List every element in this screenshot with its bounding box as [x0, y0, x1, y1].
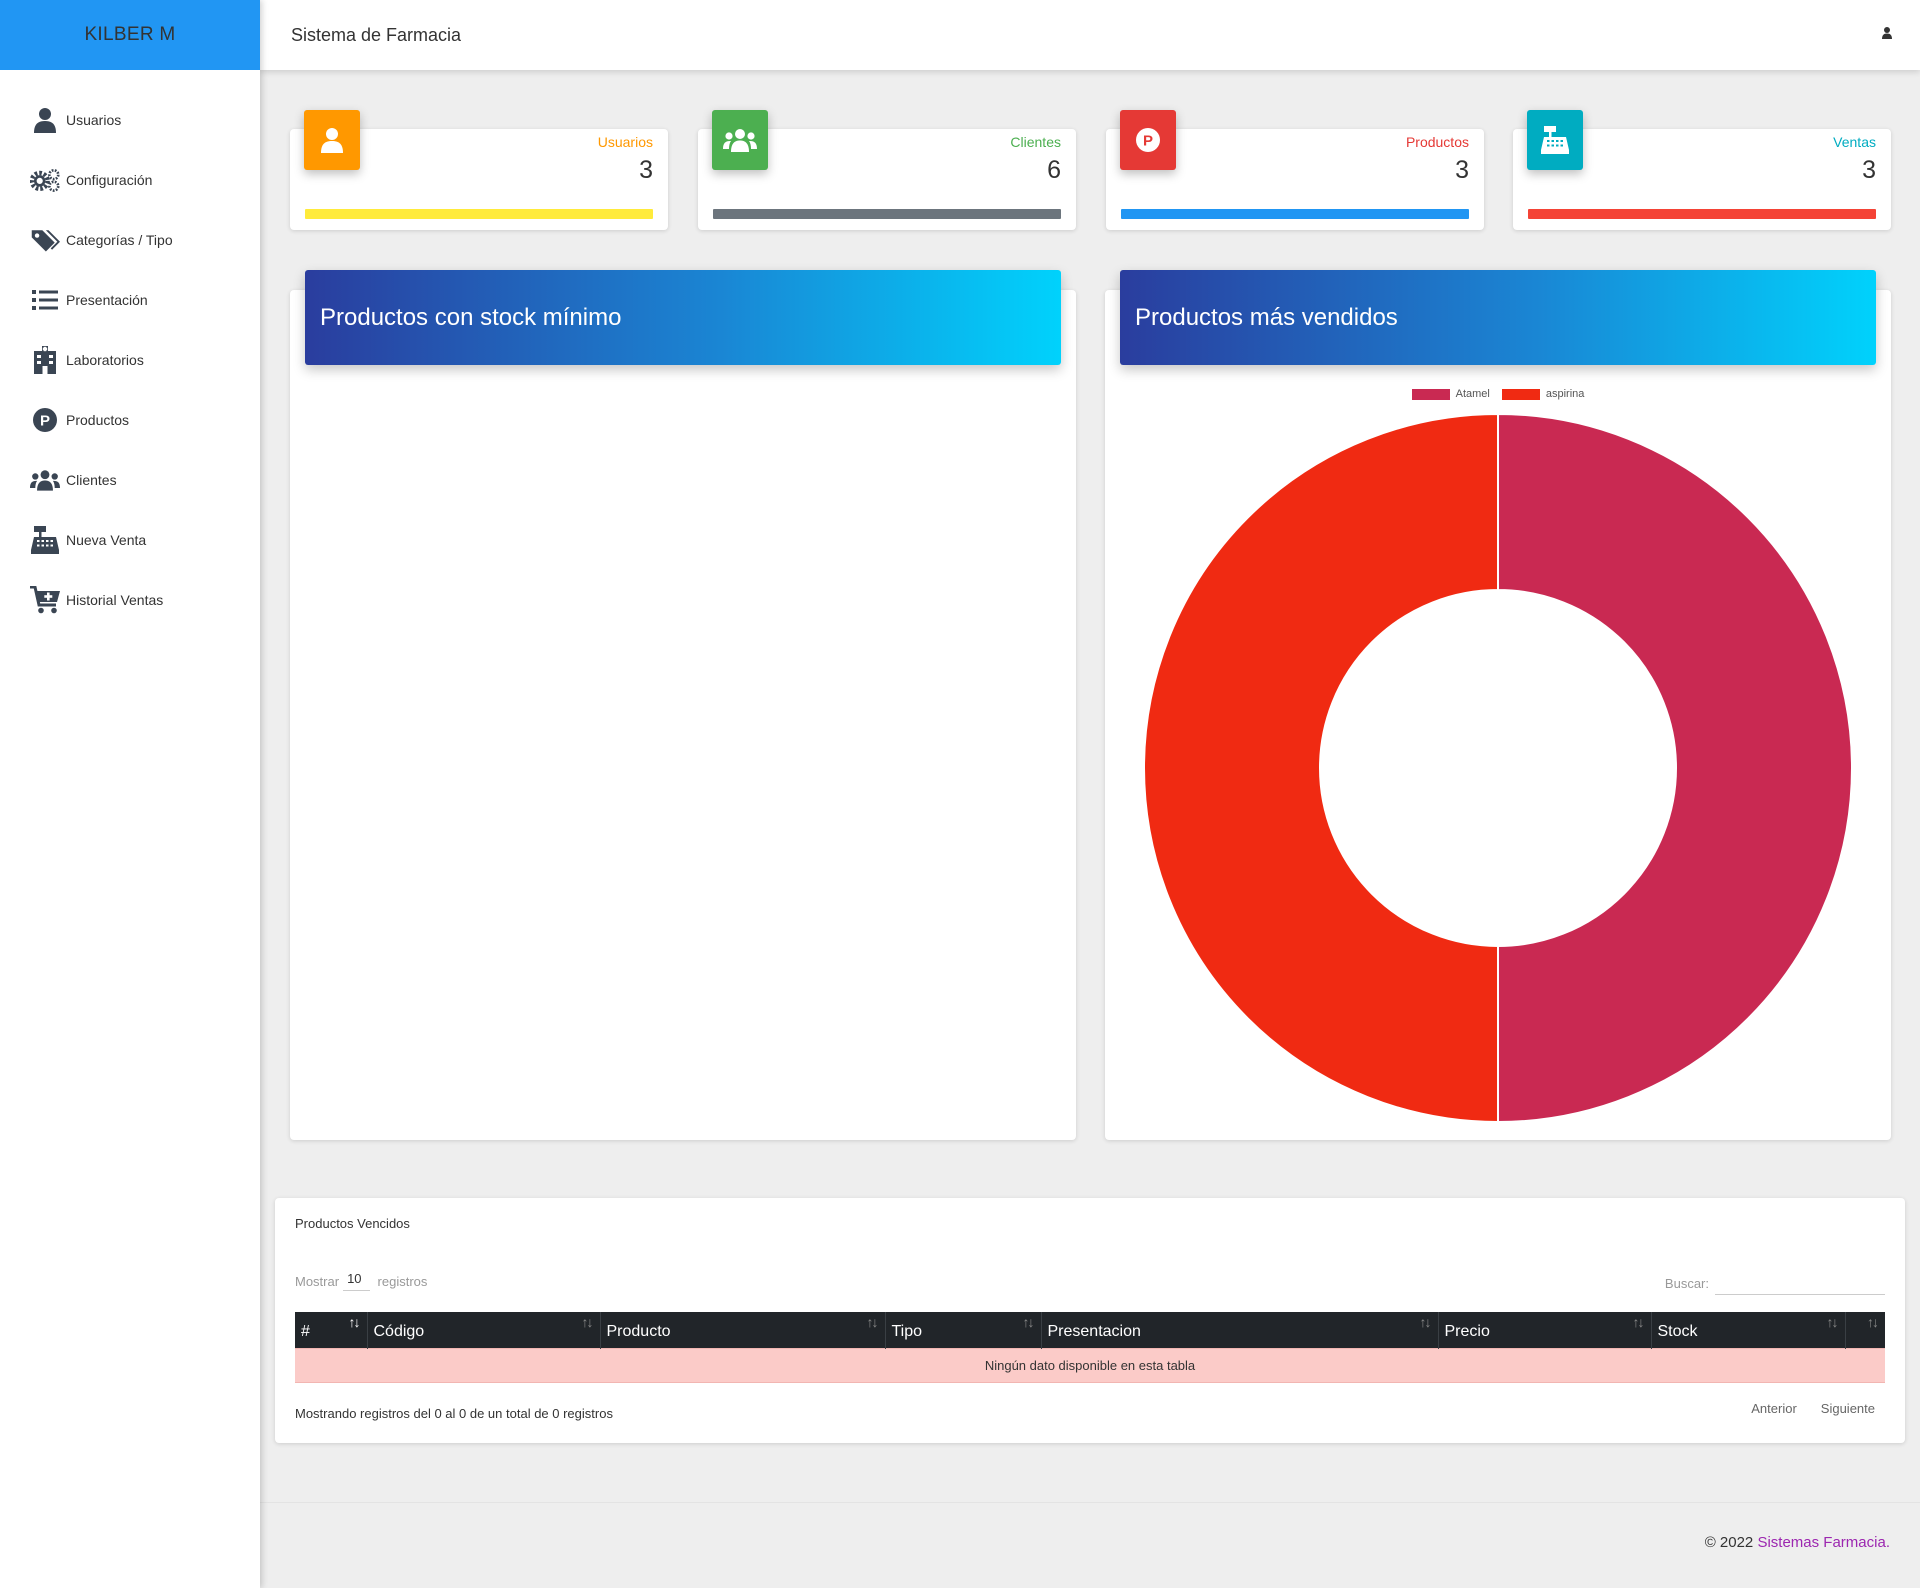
column-header[interactable]: Código ↑↓ — [366, 1312, 600, 1348]
column-header[interactable]: Stock ↑↓ — [1650, 1312, 1845, 1348]
table-search: Buscar: — [1665, 1271, 1885, 1295]
stat-label: Ventas — [1833, 134, 1876, 150]
column-header[interactable]: # ↑↓ — [295, 1312, 367, 1348]
gears-icon — [30, 165, 60, 195]
stat-value: 3 — [1455, 156, 1469, 184]
sidebar-item-categorias[interactable]: Categorías / Tipo — [0, 210, 260, 270]
table-title: Productos Vencidos — [295, 1216, 410, 1231]
stat-bar — [305, 209, 653, 219]
length-select[interactable]: 10 — [343, 1271, 370, 1291]
footer-divider — [260, 1502, 1920, 1503]
column-header[interactable]: ↑↓ — [1844, 1312, 1885, 1348]
sidebar: KILBER M Usuarios Configuración Categorí… — [0, 0, 260, 1588]
sidebar-item-usuarios[interactable]: Usuarios — [0, 90, 260, 150]
svg-text:P: P — [40, 413, 50, 430]
search-label: Buscar: — [1664, 1275, 1709, 1291]
cash-register-icon — [30, 525, 60, 555]
stat-bar — [1121, 209, 1469, 219]
column-header[interactable]: Producto ↑↓ — [599, 1312, 885, 1348]
stat-label: Usuarios — [597, 134, 653, 150]
sidebar-item-label: Configuración — [66, 172, 153, 188]
stock-minimo-panel: Productos con stock mínimo — [290, 270, 1076, 1140]
table-row: Ningún dato disponible en esta tabla — [295, 1347, 1885, 1383]
sort-icon: ↑↓ — [581, 1314, 594, 1330]
cart-plus-icon — [30, 585, 60, 615]
donut-chart — [1143, 412, 1853, 1124]
topbar: Sistema de Farmacia — [260, 0, 1920, 70]
sidebar-item-label: Categorías / Tipo — [66, 232, 173, 248]
users-icon — [30, 465, 60, 495]
sidebar-item-laboratorios[interactable]: Laboratorios — [0, 330, 260, 390]
footer-text: © 2022 — [1704, 1534, 1758, 1551]
sidebar-item-presentacion[interactable]: Presentación — [0, 270, 260, 330]
sidebar-item-label: Nueva Venta — [66, 532, 147, 548]
hospital-icon — [30, 345, 60, 375]
mas-vendidos-panel: Productos más vendidos Atamel aspirina — [1105, 270, 1891, 1140]
length-suffix: registros — [377, 1273, 428, 1289]
sidebar-item-nueva-venta[interactable]: Nueva Venta — [0, 510, 260, 570]
donut-slice-atamel[interactable] — [1497, 412, 1853, 1124]
footer: © 2022 Sistemas Farmacia. — [1705, 1534, 1890, 1551]
stat-bar — [713, 209, 1061, 219]
column-header[interactable]: Precio ↑↓ — [1437, 1312, 1651, 1348]
app-title: Sistema de Farmacia — [291, 24, 462, 45]
sidebar-item-label: Historial Ventas — [66, 592, 164, 608]
column-header[interactable]: Tipo ↑↓ — [884, 1312, 1041, 1348]
productos-vencidos-card: Productos Vencidos Mostrar 10 registros … — [275, 1198, 1905, 1443]
stat-bar — [1528, 209, 1876, 219]
sidebar-item-label: Productos — [66, 412, 130, 428]
list-icon — [30, 285, 60, 315]
donut-slice-aspirina[interactable] — [1143, 412, 1499, 1124]
sidebar-item-configuracion[interactable]: Configuración — [0, 150, 260, 210]
sort-icon: ↑↓ — [348, 1314, 361, 1330]
stat-card-ventas: Ventas 3 — [1513, 110, 1891, 230]
stat-label: Productos — [1405, 134, 1469, 150]
cash-register-icon — [1527, 110, 1583, 170]
stat-value: 3 — [639, 156, 653, 184]
search-input[interactable] — [1715, 1271, 1885, 1295]
user-icon[interactable] — [1882, 26, 1892, 44]
data-table: # ↑↓ Código ↑↓ Producto ↑↓ Tipo ↑↓ Presentac… — [295, 1312, 1885, 1383]
stock-minimo-title: Productos con stock mínimo — [305, 270, 1061, 365]
sidebar-item-clientes[interactable]: Clientes — [0, 450, 260, 510]
brand-name[interactable]: KILBER M — [0, 0, 260, 70]
empty-message: Ningún dato disponible en esta tabla — [295, 1347, 1885, 1383]
table-header-row: # ↑↓ Código ↑↓ Producto ↑↓ Tipo ↑↓ Presentac… — [295, 1312, 1885, 1348]
parking-p-icon: P — [1120, 110, 1176, 170]
pagination: Anterior Siguiente — [1751, 1401, 1875, 1416]
next-page-button[interactable]: Siguiente — [1821, 1401, 1875, 1416]
users-icon — [712, 110, 768, 170]
tags-icon — [30, 225, 60, 255]
length-label: Mostrar — [295, 1273, 340, 1289]
stat-card-clientes: Clientes 6 — [698, 110, 1076, 230]
sidebar-nav: Usuarios Configuración Categorías / Tipo… — [0, 70, 260, 630]
sort-icon: ↑↓ — [1826, 1314, 1839, 1330]
sort-icon: ↑↓ — [866, 1314, 879, 1330]
user-icon — [30, 105, 60, 135]
sidebar-item-label: Presentación — [66, 292, 148, 308]
sidebar-item-label: Laboratorios — [66, 352, 144, 368]
prev-page-button[interactable]: Anterior — [1751, 1401, 1797, 1416]
table-info: Mostrando registros del 0 al 0 de un tot… — [295, 1406, 613, 1421]
footer-link[interactable]: Sistemas Farmacia. — [1757, 1534, 1890, 1551]
sidebar-item-historial-ventas[interactable]: Historial Ventas — [0, 570, 260, 630]
stat-value: 3 — [1862, 156, 1876, 184]
stat-value: 6 — [1047, 156, 1061, 184]
column-header[interactable]: Presentacion ↑↓ — [1040, 1312, 1438, 1348]
page-length: Mostrar 10 registros — [295, 1271, 427, 1291]
sort-icon: ↑↓ — [1867, 1314, 1879, 1330]
user-icon — [304, 110, 360, 170]
sort-icon: ↑↓ — [1022, 1314, 1035, 1330]
stat-label: Clientes — [1010, 134, 1061, 150]
sort-icon: ↑↓ — [1632, 1314, 1645, 1330]
svg-text:P: P — [1143, 133, 1153, 150]
sidebar-item-label: Clientes — [66, 472, 117, 488]
sidebar-item-productos[interactable]: P Productos — [0, 390, 260, 450]
sidebar-item-label: Usuarios — [66, 112, 122, 128]
stat-card-usuarios: Usuarios 3 — [290, 110, 668, 230]
parking-p-icon: P — [30, 405, 60, 435]
sort-icon: ↑↓ — [1419, 1314, 1432, 1330]
stat-card-productos: P Productos 3 — [1106, 110, 1484, 230]
